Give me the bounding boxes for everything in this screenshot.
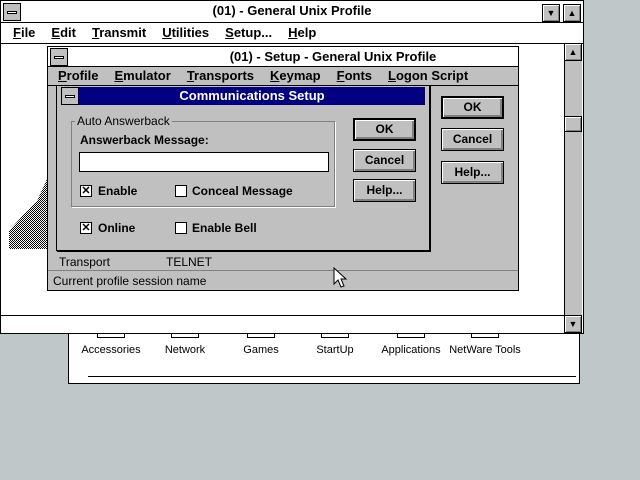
conceal-message-label: Conceal Message (192, 184, 293, 198)
setup-help-button[interactable]: Help... (441, 161, 504, 184)
menu-separator (1, 43, 583, 44)
menu-help[interactable]: Help (280, 25, 324, 43)
terminal-title-bar[interactable]: (01) - General Unix Profile (1, 1, 583, 23)
menu-logon-script[interactable]: Logon Script (380, 68, 476, 86)
menu-transports[interactable]: Transports (179, 68, 262, 86)
communications-setup-dialog: Communications Setup Auto Answerback Ans… (56, 85, 430, 251)
setup-cancel-button[interactable]: Cancel (441, 128, 504, 151)
answerback-message-label: Answerback Message: (80, 133, 209, 147)
setup-title-bar[interactable]: (01) - Setup - General Unix Profile (48, 47, 518, 67)
program-group-icon[interactable] (171, 334, 199, 338)
terminal-title: (01) - General Unix Profile (212, 3, 372, 18)
menu-edit[interactable]: Edit (43, 25, 84, 43)
comm-title: Communications Setup (179, 88, 325, 103)
menu-transmit[interactable]: Transmit (84, 25, 154, 43)
program-group-label[interactable]: NetWare Tools (435, 344, 535, 356)
enable-bell-label: Enable Bell (192, 221, 257, 235)
menu-emulator[interactable]: Emulator (106, 68, 178, 86)
terminal-menu-bar: File Edit Transmit Utilities Setup... He… (5, 25, 324, 43)
answerback-message-input[interactable] (79, 152, 329, 172)
enable-bell-checkbox[interactable] (175, 222, 187, 234)
conceal-message-checkbox[interactable] (175, 185, 187, 197)
menu-fonts[interactable]: Fonts (329, 68, 380, 86)
enable-label: Enable (98, 184, 138, 198)
enable-checkbox[interactable]: ✕ (80, 185, 92, 197)
menu-profile[interactable]: Profile (50, 68, 106, 86)
auto-answerback-group-label: Auto Answerback (75, 114, 172, 128)
transport-label: Transport (59, 255, 110, 269)
scroll-up-button[interactable]: ▲ (564, 43, 582, 61)
setup-title: (01) - Setup - General Unix Profile (229, 49, 437, 64)
horizontal-line (1, 315, 564, 316)
setup-menu-bar: Profile Emulator Transports Keymap Fonts… (50, 68, 476, 86)
menu-file[interactable]: File (5, 25, 43, 43)
comm-ok-button[interactable]: OK (353, 118, 416, 141)
scroll-down-button[interactable]: ▼ (564, 315, 582, 333)
comm-title-bar[interactable]: Communications Setup (79, 87, 425, 105)
vertical-scrollbar[interactable] (564, 43, 582, 333)
comm-system-menu-icon[interactable] (61, 87, 79, 105)
program-group-icon[interactable] (247, 334, 275, 338)
program-group-icon[interactable] (97, 334, 125, 338)
terminal-system-menu-icon[interactable] (3, 3, 21, 21)
menu-keymap[interactable]: Keymap (262, 68, 329, 86)
status-text: Current profile session name (53, 274, 207, 288)
screen-artifact (9, 179, 51, 249)
scroll-thumb[interactable] (564, 116, 582, 132)
program-group-icon[interactable] (471, 334, 499, 338)
mouse-cursor-icon (333, 267, 347, 288)
online-checkbox[interactable]: ✕ (80, 222, 92, 234)
minimize-button[interactable]: ▼ (542, 4, 560, 22)
setup-system-menu-icon[interactable] (50, 48, 68, 66)
setup-ok-button[interactable]: OK (441, 96, 504, 119)
status-separator (48, 270, 518, 271)
program-group-icon[interactable] (321, 334, 349, 338)
maximize-button[interactable]: ▲ (563, 4, 581, 22)
menu-setup[interactable]: Setup... (217, 25, 280, 43)
program-manager-bottom-line (88, 376, 576, 377)
comm-cancel-button[interactable]: Cancel (353, 149, 416, 172)
menu-utilities[interactable]: Utilities (154, 25, 217, 43)
program-group-icon[interactable] (397, 334, 425, 338)
comm-help-button[interactable]: Help... (353, 179, 416, 202)
online-label: Online (98, 221, 136, 235)
transport-value: TELNET (166, 255, 213, 269)
